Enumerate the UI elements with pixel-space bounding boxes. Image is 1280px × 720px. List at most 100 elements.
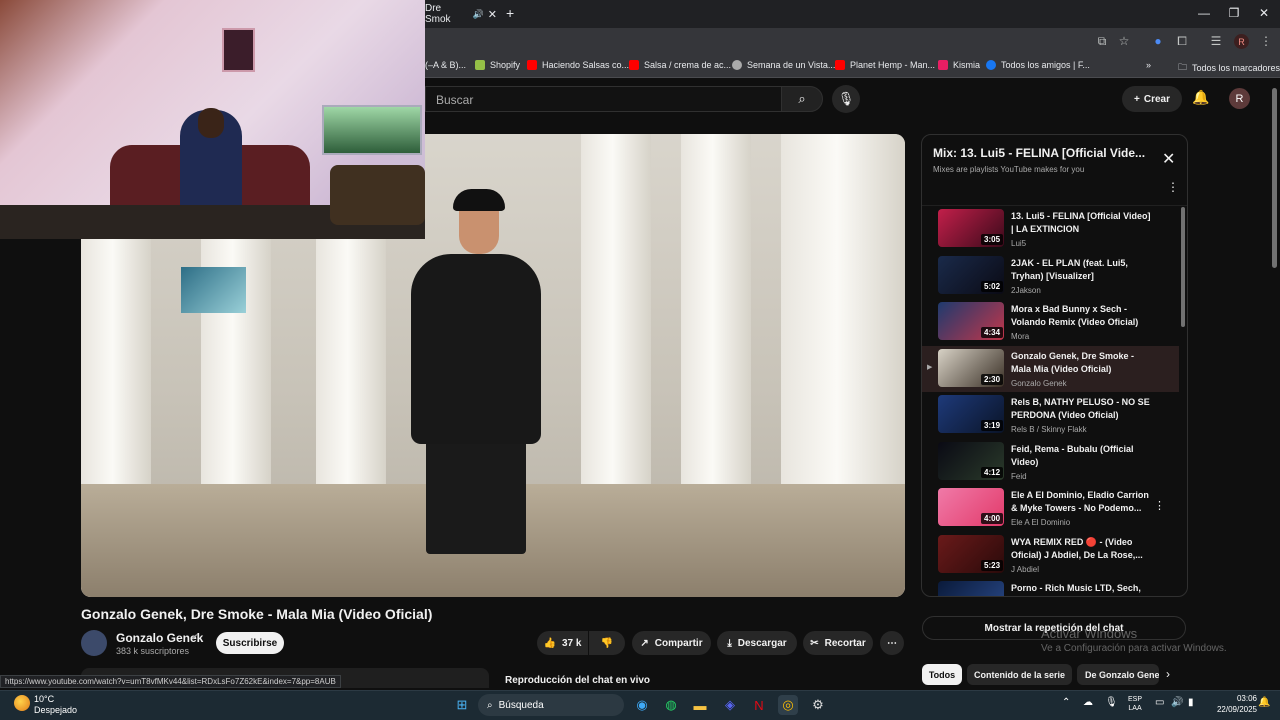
playlist-item-title[interactable]: WYA REMIX RED 🔴 - (Video Oficial) J Abdi… [1011,536,1151,562]
chip-from-channel[interactable]: De Gonzalo Genek [1077,664,1159,685]
playlist-item-duration: 3:19 [981,420,1004,431]
taskbar-search[interactable]: ⌕ Búsqueda [478,694,624,716]
playlist-item-duration: 4:00 [981,513,1004,524]
puzzle-icon[interactable]: ⧠ [1174,34,1190,49]
edge-icon[interactable]: ◉ [632,695,652,715]
speaker-icon[interactable]: 🔊 [473,9,484,20]
reading-list-icon[interactable]: ☰ [1208,34,1224,48]
browser-tab[interactable]: Dre Smok 🔊 ✕ [425,3,497,25]
weather-icon[interactable] [14,695,30,711]
account-avatar[interactable]: R [1229,88,1250,109]
playlist-item[interactable]: 3:19 Rels B, NATHY PELUSO - NO SE PERDONA… [922,392,1179,438]
file-explorer-icon[interactable]: ▬ [690,695,710,715]
subscribe-button[interactable]: Suscribirse [216,632,284,654]
netflix-icon[interactable]: N [749,695,769,715]
playlist-item[interactable]: 4:34 Mora x Bad Bunny x Sech - Volando Re… [922,299,1179,345]
create-button[interactable]: + Crear [1122,86,1182,112]
close-icon[interactable]: ✕ [1162,149,1175,169]
clip-button[interactable]: ✂ Recortar [803,631,873,655]
search-icon: ⌕ [798,91,806,106]
folder-icon: 🗀 [1178,62,1188,72]
all-bookmarks[interactable]: 🗀 Todos los marcadores [1178,60,1280,76]
close-window-icon[interactable]: ✕ [1254,6,1274,20]
close-tab-icon[interactable]: ✕ [488,8,497,21]
tray-app-icon[interactable]: ☁ [1083,697,1093,708]
playlist-item[interactable]: 4:00 Ele A El Dominio, Eladio Carrion & M… [922,485,1179,531]
voice-search-button[interactable]: 🎙 [832,85,860,113]
playlist-item-duration: 4:34 [981,327,1004,338]
chip-series-content[interactable]: Contenido de la serie [967,664,1072,685]
clock-time[interactable]: 03:06 [1212,694,1257,703]
page-scrollbar[interactable] [1272,88,1277,268]
bookmark-item[interactable]: Semana de un Vista... [732,60,835,70]
extension-icon[interactable]: ● [1150,34,1166,48]
playlist-item-title[interactable]: 2JAK - EL PLAN (feat. Lui5, Tryhan) [Vis… [1011,257,1151,283]
playlist-item[interactable]: 5:23 WYA REMIX RED 🔴 - (Video Oficial) J … [922,532,1179,578]
playlist-item[interactable]: 5:02 2JAK - EL PLAN (feat. Lui5, Tryhan) … [922,253,1179,299]
item-menu-icon[interactable]: ⋮ [1154,499,1165,512]
tray-overflow-icon[interactable]: ⌃ [1062,697,1070,708]
chip-all[interactable]: Todos [922,664,962,685]
playlist-item-channel: Mora [1011,332,1030,341]
language-indicator[interactable]: ESP LAA [1128,695,1142,713]
bookmark-item[interactable]: Planet Hemp - Man... [835,60,935,70]
whatsapp-icon[interactable]: ◍ [661,695,681,715]
clock-date[interactable]: 22/09/2025 [1205,705,1257,714]
download-button[interactable]: ⤓ Descargar [717,631,797,655]
bookmark-item[interactable]: Kismia [938,60,980,70]
bookmark-item[interactable]: (–A & B)... [425,60,466,70]
playlist-item-title[interactable]: Mora x Bad Bunny x Sech - Volando Remix … [1011,303,1151,329]
weather-description[interactable]: Despejado [34,705,77,715]
new-tab-button[interactable]: + [506,5,514,21]
playlist-item[interactable]: ▶ 2:30 Gonzalo Genek, Dre Smoke - Mala Mia… [922,345,1179,392]
playlist-item-title[interactable]: Feid, Rema - Bubalu (Official Video) [1011,443,1151,469]
playlist-item-channel: J Abdiel [1011,564,1040,574]
playlist-item-title[interactable]: Gonzalo Genek, Dre Smoke - Mala Mia (Vid… [1011,350,1151,376]
weather-temperature[interactable]: 10°C [34,694,54,704]
share-button[interactable]: ↗ Compartir [632,631,711,655]
bookmarks-overflow-icon[interactable]: » [1146,60,1151,70]
app-icon[interactable]: ⚙ [808,695,828,715]
playlist-item-thumbnail[interactable] [938,581,1004,596]
install-app-icon[interactable]: ⧉ [1094,34,1110,49]
shopify-icon [475,60,485,70]
more-actions-button[interactable]: ⋯ [880,631,904,655]
bookmark-star-icon[interactable]: ☆ [1116,34,1132,48]
network-icon[interactable]: ▭ [1155,697,1164,708]
dislike-button[interactable]: 👎 [589,631,625,655]
facebook-icon [986,60,996,70]
bookmark-item[interactable]: Todos los amigos | F... [986,60,1090,70]
playlist-item-duration: 3:05 [981,234,1004,245]
playlist-item-title[interactable]: Porno - Rich Music LTD, Sech, Dalex ft. … [1011,582,1151,596]
microphone-icon[interactable]: 🎙 [1105,697,1118,708]
chrome-menu-icon[interactable]: ⋮ [1258,34,1274,48]
bookmark-item[interactable]: Shopify [475,60,520,70]
battery-icon[interactable]: ▮ [1188,697,1194,708]
notifications-bell-icon[interactable]: 🔔 [1192,89,1209,106]
search-button[interactable]: ⌕ [781,86,823,112]
playlist-item-title[interactable]: Rels B, NATHY PELUSO - NO SE PERDONA (Vi… [1011,396,1151,422]
like-button[interactable]: 👍 37 k [537,631,588,655]
playlist-item[interactable]: 4:12 Feid, Rema - Bubalu (Official Video)… [922,439,1179,485]
playlist-more-icon[interactable]: ⋮ [1167,180,1179,194]
playlist-title[interactable]: Mix: 13. Lui5 - FELINA [Official Vide... [933,146,1155,160]
volume-icon[interactable]: 🔊 [1171,697,1183,708]
search-input[interactable]: Buscar [425,86,781,112]
chrome-icon[interactable]: ◎ [778,695,798,715]
playlist-item-title[interactable]: Ele A El Dominio, Eladio Carrion & Myke … [1011,489,1151,515]
minimize-icon[interactable]: — [1194,6,1214,20]
bookmark-item[interactable]: Haciendo Salsas co... [527,60,629,70]
live-chat-replay-label: Reproducción del chat en vivo [505,675,651,686]
chevron-right-icon[interactable]: › [1166,667,1170,681]
start-icon[interactable]: ⊞ [452,695,472,715]
bookmark-item[interactable]: Salsa / crema de ac... [629,60,731,70]
maximize-icon[interactable]: ❐ [1224,6,1244,20]
playlist-scrollbar[interactable] [1181,207,1185,327]
notification-icon[interactable]: 🔔 [1258,697,1270,708]
discord-icon[interactable]: ◈ [720,695,740,715]
playlist-item[interactable]: Porno - Rich Music LTD, Sech, Dalex ft. … [922,578,1179,596]
profile-avatar[interactable]: R [1234,34,1249,49]
playlist-item[interactable]: 3:05 13. Lui5 - FELINA [Official Video] |… [922,206,1179,252]
playlist-item-title[interactable]: 13. Lui5 - FELINA [Official Video] | LA … [1011,210,1151,236]
channel-avatar[interactable] [81,630,107,656]
